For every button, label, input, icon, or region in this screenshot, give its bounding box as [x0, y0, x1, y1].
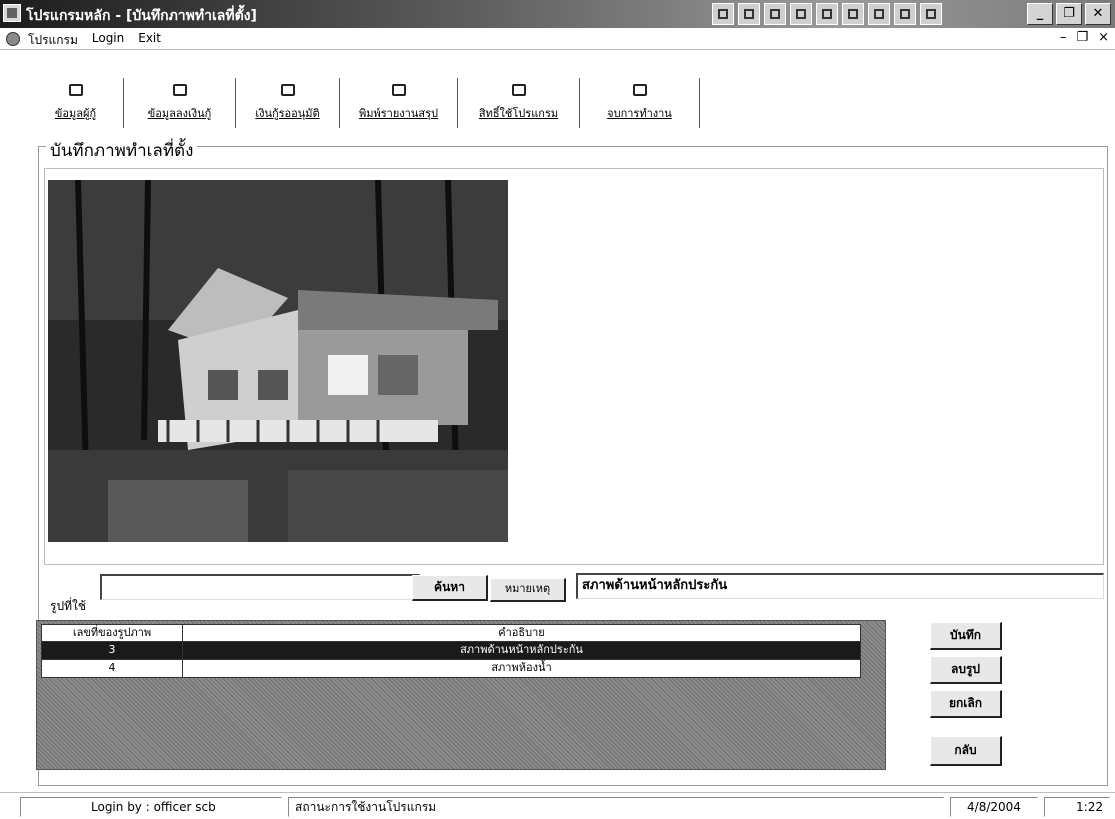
mdi-restore-button[interactable]: ❐: [1076, 30, 1088, 45]
pending-loans-button[interactable]: เงินกู้รออนุมัติ: [236, 78, 340, 128]
grid-header: เลขที่ของรูปภาพ คำอธิบาย: [41, 624, 861, 642]
minimize-button[interactable]: _: [1027, 3, 1053, 25]
app-icon: [3, 4, 21, 22]
network-icon[interactable]: [920, 3, 942, 25]
print-report-button[interactable]: พิมพ์รายงานสรุป: [340, 78, 458, 128]
paint-icon[interactable]: [868, 3, 890, 25]
exit-app-button[interactable]: จบการทำงาน: [580, 78, 700, 128]
loan-entry-label: ข้อมูลลงเงินกู้: [147, 107, 212, 120]
image-list-grid: เลขที่ของรูปภาพ คำอธิบาย 3 สภาพด้านหน้าห…: [36, 620, 886, 770]
delete-image-button[interactable]: ลบรูป: [930, 656, 1002, 684]
image-label: รูปที่ใช้: [50, 599, 86, 613]
menu-login[interactable]: Login: [90, 31, 126, 50]
form-title: บันทึกภาพทำเลที่ตั้ง: [46, 137, 198, 164]
window-controls: _ ❐ ✕: [1027, 3, 1111, 25]
status-date: 4/8/2004: [950, 797, 1038, 817]
window-title: โปรแกรมหลัก - [บันทึกภาพทำเลที่ตั้ง]: [26, 8, 257, 24]
row-description: สภาพห้องน้ำ: [491, 661, 552, 674]
document-icon[interactable]: [894, 3, 916, 25]
program-menu-icon[interactable]: [6, 32, 20, 46]
menu-program[interactable]: โปรแกรม: [26, 31, 80, 50]
borrower-info-label: ข้อมูลผู้กู้: [54, 107, 97, 120]
pending-loans-label: เงินกู้รออนุมัติ: [255, 107, 320, 120]
status-time: 1:22: [1044, 797, 1110, 817]
print-report-icon: [390, 82, 408, 100]
program-status: สถานะการใช้งานโปรแกรม: [288, 797, 944, 817]
close-button[interactable]: ✕: [1085, 3, 1111, 25]
cancel-button[interactable]: ยกเลิก: [930, 690, 1002, 718]
login-status: Login by : officer scb: [20, 797, 282, 817]
pending-icon: [279, 82, 297, 100]
shortcut-icon[interactable]: [738, 3, 760, 25]
shortcut-icon[interactable]: [712, 3, 734, 25]
title-bar: โปรแกรมหลัก - [บันทึกภาพทำเลที่ตั้ง] _ ❐…: [0, 0, 1115, 28]
shortcut-icon[interactable]: [764, 3, 786, 25]
borrower-icon: [67, 82, 85, 100]
image-path-field[interactable]: [100, 574, 420, 600]
checklist-icon[interactable]: [816, 3, 838, 25]
menu-exit[interactable]: Exit: [136, 31, 163, 50]
mail-icon[interactable]: [790, 3, 812, 25]
back-button[interactable]: กลับ: [930, 736, 1002, 766]
column-header-image-number[interactable]: เลขที่ของรูปภาพ: [42, 625, 183, 641]
window-icon[interactable]: [842, 3, 864, 25]
borrower-info-button[interactable]: ข้อมูลผู้กู้: [28, 78, 124, 128]
mdi-controls: – ❐ ×: [1060, 30, 1109, 45]
remark-field[interactable]: สภาพด้านหน้าหลักประกัน: [576, 573, 1104, 599]
row-image-number: 4: [42, 660, 183, 677]
search-button[interactable]: ค้นหา: [412, 575, 488, 601]
user-rights-icon: [510, 82, 528, 100]
table-row[interactable]: 4 สภาพห้องน้ำ: [41, 660, 861, 678]
column-header-description[interactable]: คำอธิบาย: [183, 625, 860, 641]
mdi-close-button[interactable]: ×: [1098, 30, 1109, 45]
status-bar: Login by : officer scb สถานะการใช้งานโปร…: [0, 792, 1115, 819]
maximize-button[interactable]: ❐: [1056, 3, 1082, 25]
user-rights-label: สิทธิ์ใช้โปรแกรม: [478, 107, 559, 120]
row-image-number: 3: [42, 642, 183, 659]
titlebar-shortcuts: [712, 3, 942, 25]
loan-entry-button[interactable]: ข้อมูลลงเงินกู้: [124, 78, 236, 128]
mdi-minimize-button[interactable]: –: [1060, 30, 1067, 45]
save-button[interactable]: บันทึก: [930, 622, 1002, 650]
pen-icon: [171, 82, 189, 100]
exit-app-label: จบการทำงาน: [607, 107, 672, 120]
location-photo: [48, 180, 508, 542]
remark-label: หมายเหตุ: [490, 578, 566, 602]
toolbar: ข้อมูลผู้กู้ ข้อมูลลงเงินกู้ เงินกู้รออน…: [0, 50, 1115, 134]
row-description: สภาพด้านหน้าหลักประกัน: [460, 643, 583, 656]
menu-bar: โปรแกรม Login Exit – ❐ ×: [0, 28, 1115, 50]
table-row[interactable]: 3 สภาพด้านหน้าหลักประกัน: [41, 642, 861, 660]
exit-icon: [631, 82, 649, 100]
print-report-label: พิมพ์รายงานสรุป: [359, 107, 438, 120]
user-rights-button[interactable]: สิทธิ์ใช้โปรแกรม: [458, 78, 580, 128]
